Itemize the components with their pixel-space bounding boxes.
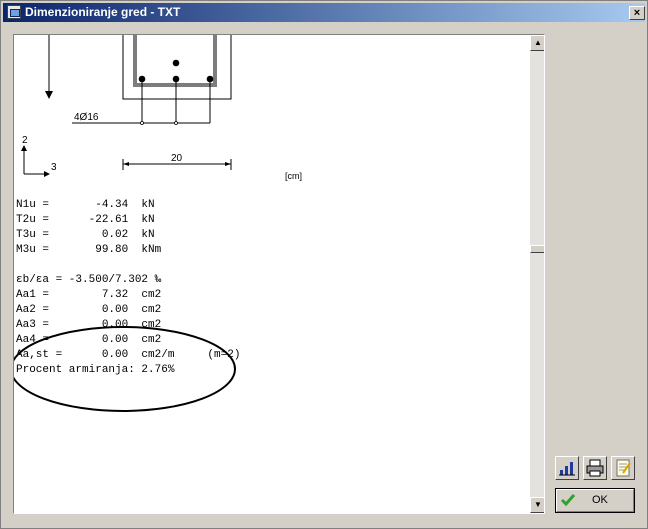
unit-label: [cm] — [285, 171, 302, 181]
strain-ratio: εb/εa = -3.500/7.302 ‰ — [16, 274, 162, 286]
title-bar[interactable]: Dimenzioniranje gred - TXT × — [3, 3, 645, 22]
scroll-down-button[interactable]: ▼ — [530, 497, 544, 513]
notepad-icon — [616, 459, 631, 477]
force-t2u: T2u = -22.61 kN — [16, 214, 155, 226]
rebar-label: 4Ø16 — [74, 112, 99, 123]
axis-3-label: 3 — [51, 162, 57, 173]
reinforcement-aa3: Aa3 = 0.00 cm2 — [16, 319, 162, 331]
load-arrow-head — [45, 91, 53, 99]
leader-node-1 — [140, 121, 144, 125]
force-t3u: T3u = 0.02 kN — [16, 229, 155, 241]
checkmark-icon — [560, 494, 576, 507]
ok-label: OK — [592, 494, 608, 506]
reinforcement-aast: Aa,st = 0.00 cm2/m (m=2) — [16, 349, 241, 361]
dialog-window: Dimenzioniranje gred - TXT × 4Ø16 2 3 20… — [0, 0, 648, 529]
ok-button[interactable]: OK — [555, 488, 635, 513]
reinforcement-aa4: Aa4 = 0.00 cm2 — [16, 334, 162, 346]
rebar-top — [172, 59, 180, 67]
leader-node-2 — [174, 121, 178, 125]
close-button[interactable]: × — [629, 6, 645, 20]
force-m3u: M3u = 99.80 kNm — [16, 244, 162, 256]
chart-icon — [559, 462, 575, 476]
reinforcement-aa1: Aa1 = 7.32 cm2 — [16, 289, 162, 301]
window-title: Dimenzioniranje gred - TXT — [25, 5, 181, 19]
printer-icon — [586, 459, 604, 477]
axis-2-label: 2 — [22, 135, 28, 146]
dimension-label: 20 — [171, 153, 183, 164]
dimension-arrow-left — [123, 162, 129, 166]
vertical-scrollbar[interactable]: ▲ ▼ — [530, 35, 544, 513]
axis-3-arrow — [44, 171, 50, 177]
print-button[interactable] — [583, 456, 607, 480]
beam-section-drawing: 4Ø16 2 3 20 [cm] — [21, 35, 302, 181]
dimension-arrow-right — [225, 162, 231, 166]
report-content: 4Ø16 2 3 20 [cm] N1u = -4.34 kN T2u = -2… — [14, 35, 528, 513]
scroll-up-button[interactable]: ▲ — [530, 35, 544, 51]
output-text-panel[interactable]: 4Ø16 2 3 20 [cm] N1u = -4.34 kN T2u = -2… — [13, 34, 545, 514]
reinforcement-percent: Procent armiranja: 2.76% — [16, 364, 175, 376]
notepad-button[interactable] — [611, 456, 635, 480]
app-icon — [7, 5, 21, 19]
force-n1u: N1u = -4.34 kN — [16, 199, 155, 211]
reinforcement-aa2: Aa2 = 0.00 cm2 — [16, 304, 162, 316]
chart-button[interactable] — [555, 456, 579, 480]
scroll-thumb[interactable] — [530, 245, 544, 253]
